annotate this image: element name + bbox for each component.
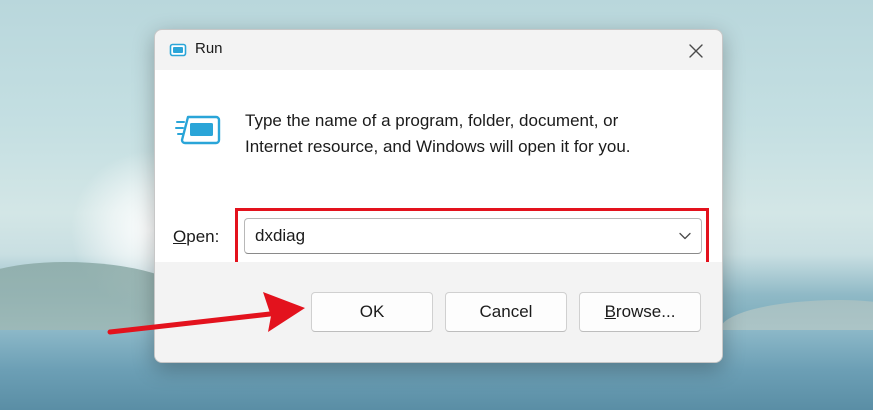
open-input-value[interactable]: dxdiag — [255, 226, 305, 246]
chevron-down-icon[interactable] — [679, 232, 691, 240]
browse-label-rest: rowse... — [615, 302, 676, 321]
open-combobox[interactable]: dxdiag — [244, 218, 702, 254]
open-label-rest: pen: — [186, 227, 220, 246]
window-title: Run — [195, 40, 223, 57]
cancel-button[interactable]: Cancel — [445, 292, 567, 332]
open-label: Open: — [173, 227, 219, 247]
run-icon — [169, 41, 187, 59]
browse-mnemonic: B — [604, 302, 616, 321]
browse-button[interactable]: Browse... — [579, 292, 701, 332]
run-dialog: Run Type the name of a program, folder, … — [154, 29, 723, 363]
run-description: Type the name of a program, folder, docu… — [245, 108, 705, 160]
dialog-content: Type the name of a program, folder, docu… — [155, 70, 722, 266]
run-program-icon — [175, 108, 221, 154]
description-line-2: Internet resource, and Windows will open… — [245, 137, 631, 156]
dialog-footer: OK Cancel Browse... — [155, 262, 722, 362]
title-bar[interactable]: Run — [155, 30, 722, 70]
close-icon — [689, 44, 703, 58]
close-button[interactable] — [676, 36, 716, 66]
open-label-mnemonic: O — [173, 227, 187, 246]
ok-button[interactable]: OK — [311, 292, 433, 332]
description-line-1: Type the name of a program, folder, docu… — [245, 111, 619, 130]
